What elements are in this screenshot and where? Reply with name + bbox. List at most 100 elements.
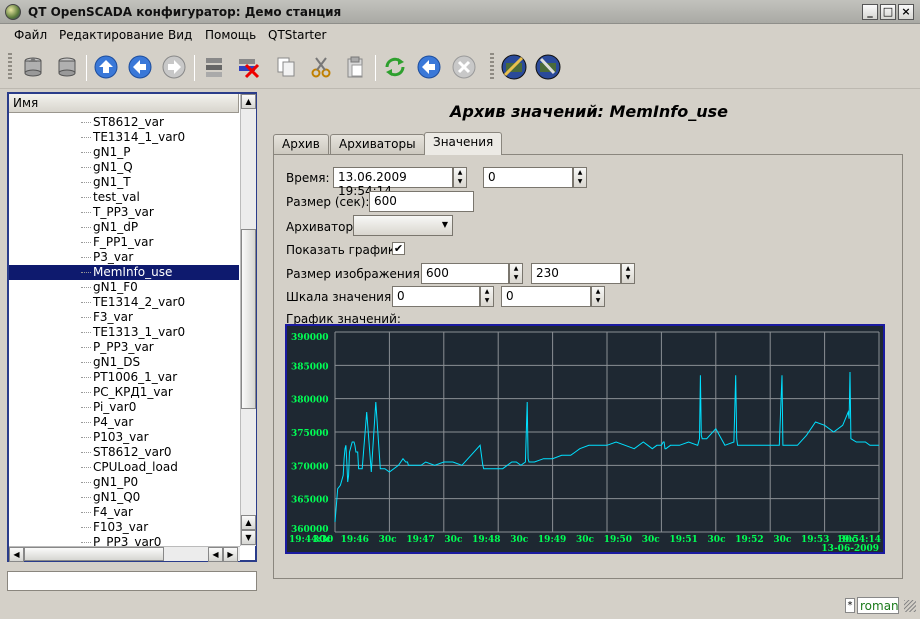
tree-horizontal-scrollbar[interactable]: ◀ ◀ ▶ — [9, 546, 240, 562]
tree-item[interactable]: P3_var — [9, 250, 239, 265]
chart-x-tick: 30c — [708, 535, 727, 545]
image-height-spinner-icon[interactable]: ▲ ▼ — [621, 263, 635, 284]
close-button[interactable]: × — [898, 4, 914, 20]
user-name[interactable]: roman — [857, 597, 899, 614]
image-width-input[interactable]: 600 — [421, 263, 509, 284]
tree-panel: Имя ST8612_var TE1314_1_var0 gN1_P gN1_Q gN1… — [7, 92, 257, 562]
tool-1-icon[interactable] — [499, 52, 529, 82]
scroll-up-2-icon[interactable]: ▲ — [241, 515, 256, 530]
tree-item[interactable]: TE1314_1_var0 — [9, 130, 239, 145]
tab-archive[interactable]: Архив — [273, 134, 329, 154]
tree-item-label: gN1_dP — [93, 220, 139, 234]
menu-help[interactable]: Помощь — [205, 28, 256, 42]
tree-item-label: gN1_DS — [93, 355, 141, 369]
paste-icon[interactable] — [340, 52, 370, 82]
scroll-right-icon[interactable]: ▶ — [223, 547, 238, 562]
tree-item[interactable]: P_PP3_var — [9, 340, 239, 355]
delete-item-icon[interactable] — [233, 52, 263, 82]
tree-item[interactable]: T_PP3_var — [9, 205, 239, 220]
scale-label: Шкала значения: — [286, 290, 396, 304]
tree-filter-input[interactable] — [7, 571, 257, 591]
tree-item[interactable]: gN1_P — [9, 145, 239, 160]
tree-item[interactable]: F103_var — [9, 520, 239, 535]
tree-item[interactable]: TE1313_1_var0 — [9, 325, 239, 340]
tree-item[interactable]: PC_КРД1_var — [9, 385, 239, 400]
toolbar-grip[interactable] — [8, 53, 12, 81]
minimize-button[interactable]: _ — [862, 4, 878, 20]
menu-file[interactable]: Файл — [14, 28, 47, 42]
tree-item[interactable]: gN1_Q0 — [9, 490, 239, 505]
tree-item[interactable]: TE1314_2_var0 — [9, 295, 239, 310]
start-icon[interactable] — [414, 52, 444, 82]
refresh-icon[interactable] — [380, 52, 410, 82]
image-width-spinner-icon[interactable]: ▲ ▼ — [509, 263, 523, 284]
scroll-left-2-icon[interactable]: ◀ — [208, 547, 223, 562]
tree-item[interactable]: gN1_T — [9, 175, 239, 190]
title-bar[interactable]: QT OpenSCADA конфигуратор: Демо станция … — [0, 0, 920, 24]
tree-item[interactable]: MemInfo_use — [9, 265, 239, 280]
tree-item[interactable]: P_PP3_var0 — [9, 535, 239, 546]
db-load-icon[interactable] — [18, 52, 48, 82]
tree-item-label: MemInfo_use — [93, 265, 173, 279]
scroll-thumb[interactable] — [241, 229, 256, 409]
copy-icon[interactable] — [271, 52, 301, 82]
menu-view[interactable]: Вид — [168, 28, 192, 42]
scale-max-spinner-icon[interactable]: ▲ ▼ — [591, 286, 605, 307]
tree-item[interactable]: ST8612_var0 — [9, 445, 239, 460]
db-save-icon[interactable] — [52, 52, 82, 82]
tree-item-label: ST8612_var — [93, 115, 164, 129]
back-icon[interactable] — [125, 52, 155, 82]
time-offset-spinner-icon[interactable]: ▲ ▼ — [573, 167, 587, 188]
size-input[interactable]: 600 — [369, 191, 474, 212]
menu-qtstarter[interactable]: QTStarter — [268, 28, 326, 42]
cut-icon[interactable] — [306, 52, 336, 82]
toolbar-grip-2[interactable] — [490, 53, 494, 81]
tree-item[interactable]: F3_var — [9, 310, 239, 325]
values-chart: 390000 385000 380000 375000 370000 365000 3600… — [285, 324, 885, 554]
tree-item[interactable]: gN1_P0 — [9, 475, 239, 490]
time-input[interactable]: 13.06.2009 19:54:14 — [333, 167, 453, 198]
forward-icon[interactable] — [159, 52, 189, 82]
tree-item[interactable]: F4_var — [9, 505, 239, 520]
time-offset-input[interactable]: 0 — [483, 167, 573, 188]
chart-y-tick: 390000 — [291, 333, 329, 343]
archiver-select[interactable]: ▼ — [353, 215, 453, 236]
maximize-button[interactable]: □ — [880, 4, 896, 20]
tree-item[interactable]: Pi_var0 — [9, 400, 239, 415]
tree-item[interactable]: gN1_dP — [9, 220, 239, 235]
add-item-icon[interactable] — [199, 52, 229, 82]
tree-item[interactable]: P103_var — [9, 430, 239, 445]
scale-min-input[interactable]: 0 — [392, 286, 480, 307]
show-graph-checkbox[interactable]: ✔ — [392, 242, 405, 255]
scroll-down-icon[interactable]: ▼ — [241, 530, 256, 545]
hscroll-thumb[interactable] — [24, 547, 164, 561]
tree-item-label: P3_var — [93, 250, 134, 264]
tree-item[interactable]: gN1_Q — [9, 160, 239, 175]
panel-splitter[interactable] — [260, 90, 264, 592]
scroll-up-icon[interactable]: ▲ — [241, 94, 256, 109]
tree-item[interactable]: F_PP1_var — [9, 235, 239, 250]
tree-header[interactable]: Имя — [9, 94, 239, 113]
tree-item[interactable]: P4_var — [9, 415, 239, 430]
scale-min-spinner-icon[interactable]: ▲ ▼ — [480, 286, 494, 307]
menu-edit[interactable]: Редактирование — [59, 28, 164, 42]
image-height-input[interactable]: 230 — [531, 263, 621, 284]
tool-2-icon[interactable] — [533, 52, 563, 82]
tree-item[interactable]: ST8612_var — [9, 115, 239, 130]
tree-item[interactable]: test_val — [9, 190, 239, 205]
time-spinner-icon[interactable]: ▲ ▼ — [453, 167, 467, 188]
scale-max-input[interactable]: 0 — [501, 286, 591, 307]
stop-icon[interactable] — [449, 52, 479, 82]
scroll-left-icon[interactable]: ◀ — [9, 547, 24, 562]
tab-archivers[interactable]: Архиваторы — [330, 134, 425, 154]
tree-item[interactable]: CPULoad_load — [9, 460, 239, 475]
chart-x-date: 13-06-2009 — [821, 544, 879, 552]
tab-values[interactable]: Значения — [424, 132, 503, 155]
chart-x-tick: 30c — [313, 535, 332, 545]
tree-item[interactable]: gN1_DS — [9, 355, 239, 370]
tree-vertical-scrollbar[interactable]: ▲ ▲ ▼ — [240, 94, 256, 546]
up-icon[interactable] — [91, 52, 121, 82]
tree-item[interactable]: gN1_F0 — [9, 280, 239, 295]
resize-grip[interactable] — [904, 600, 916, 612]
tree-item[interactable]: PT1006_1_var — [9, 370, 239, 385]
